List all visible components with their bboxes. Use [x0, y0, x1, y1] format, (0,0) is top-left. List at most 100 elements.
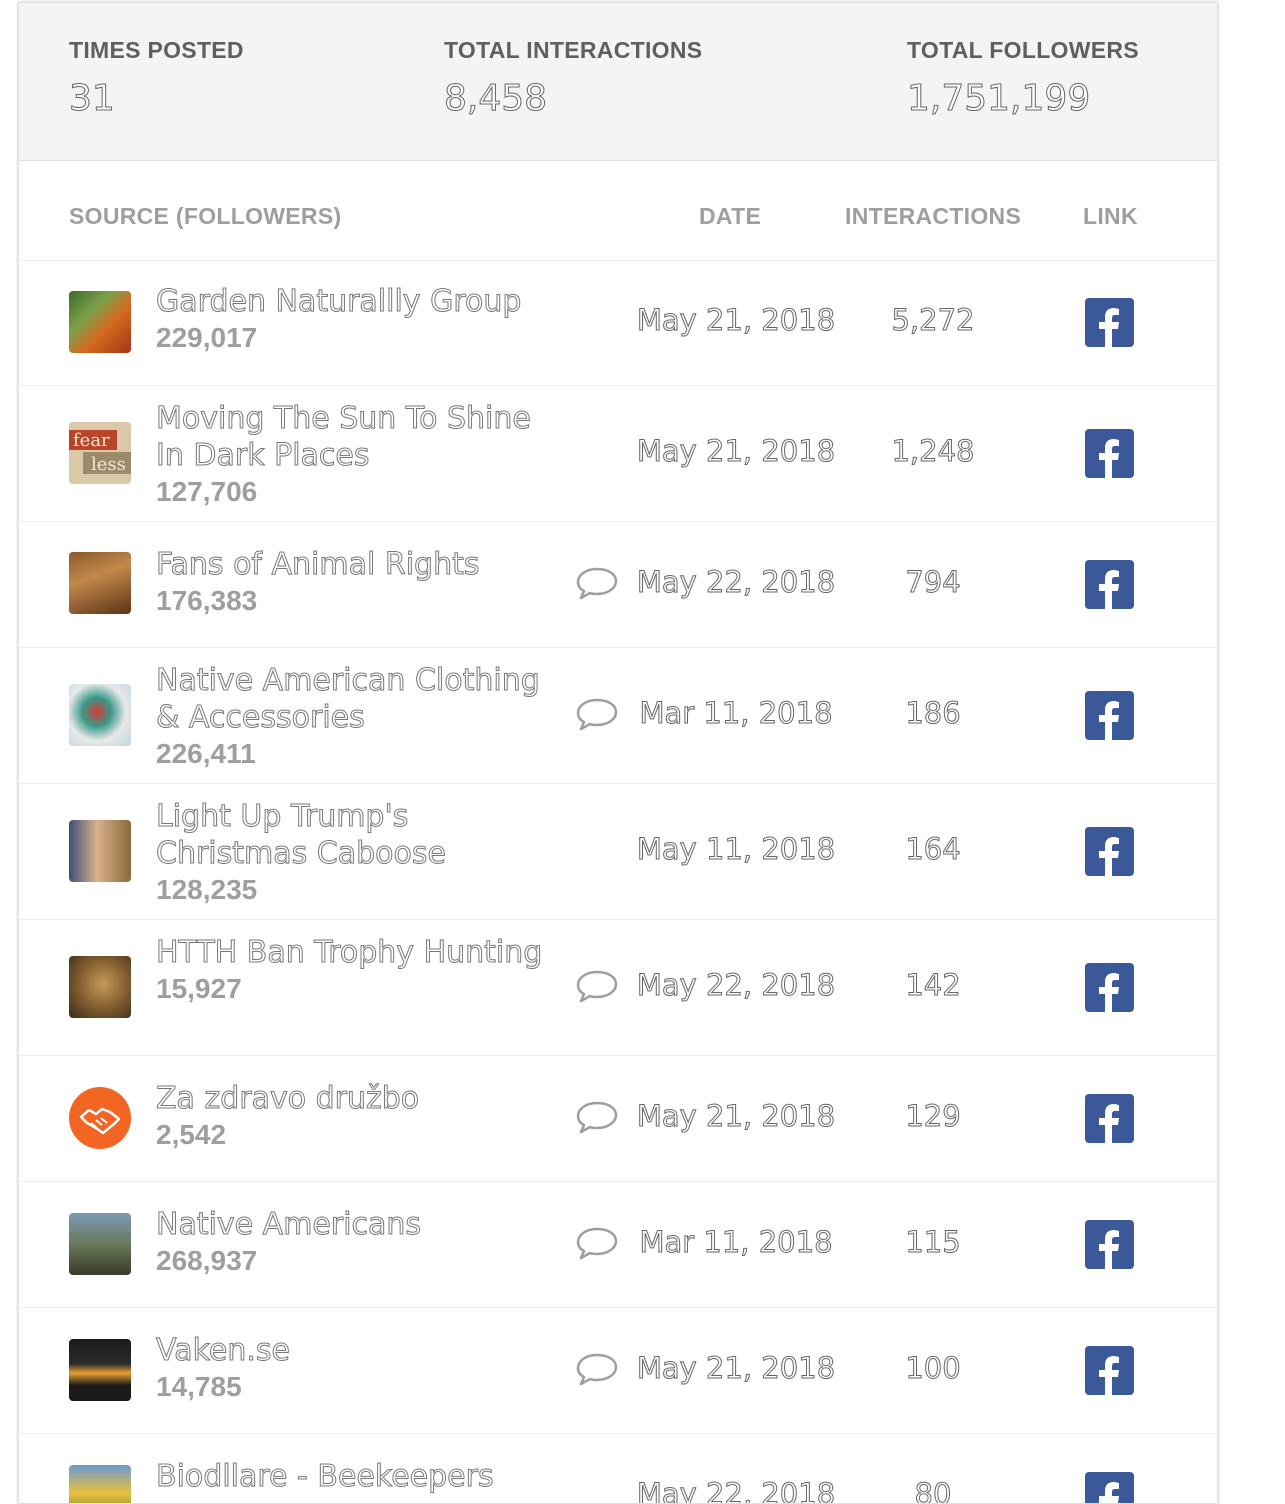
source-cell[interactable]: Za zdravo družbo 2,542: [156, 1080, 566, 1153]
facebook-link-button[interactable]: [1085, 963, 1134, 1012]
post-date: May 22, 2018: [636, 1477, 836, 1504]
column-header-interactions[interactable]: INTERACTIONS: [845, 203, 1021, 230]
facebook-link-button[interactable]: [1085, 560, 1134, 609]
avatar: [69, 956, 131, 1018]
source-followers: 176,383: [156, 585, 258, 616]
source-cell[interactable]: Fans of Animal Rights 176,383: [156, 546, 566, 619]
post-date: Mar 11, 2018: [639, 696, 833, 731]
avatar: [69, 1465, 131, 1503]
facebook-icon: [1099, 1482, 1119, 1503]
source-cell[interactable]: Light Up Trump's Christmas Caboose 128,2…: [156, 798, 566, 908]
table-header: SOURCE (FOLLOWERS) DATE INTERACTIONS LIN…: [19, 161, 1217, 261]
table-row: Garden Naturallly Group 229,017 May 21, …: [19, 261, 1217, 386]
stat-label: TOTAL FOLLOWERS: [907, 37, 1139, 63]
facebook-icon: [1099, 1104, 1119, 1143]
facebook-link-button[interactable]: [1085, 1346, 1134, 1395]
source-name[interactable]: Light Up Trump's Christmas Caboose: [156, 798, 566, 872]
avatar: [69, 684, 131, 746]
interaction-count: 186: [905, 696, 961, 731]
avatar: [69, 1339, 131, 1401]
source-cell[interactable]: Vaken.se 14,785: [156, 1332, 566, 1405]
facebook-icon: [1099, 570, 1119, 609]
stat-value: 8,458: [443, 78, 548, 120]
interaction-count: 794: [905, 565, 961, 600]
table-row: Fans of Animal Rights 176,383 May 22, 20…: [19, 522, 1217, 648]
source-cell[interactable]: Native American Clothing & Accessories 2…: [156, 662, 566, 772]
facebook-icon: [1099, 701, 1119, 740]
post-date: May 21, 2018: [636, 303, 836, 338]
facebook-link-button[interactable]: [1085, 1472, 1134, 1503]
source-name[interactable]: Native Americans: [156, 1206, 566, 1243]
comment-icon[interactable]: [575, 1100, 619, 1134]
source-followers: 226,411: [156, 738, 256, 769]
handshake-icon: [79, 1107, 121, 1135]
avatar: fear less: [69, 422, 131, 484]
source-followers: 14,785: [156, 1371, 242, 1402]
interaction-count: 115: [905, 1225, 961, 1260]
interaction-count: 142: [905, 968, 961, 1003]
post-date: May 21, 2018: [636, 1099, 836, 1134]
source-cell[interactable]: HTTH Ban Trophy Hunting 15,927: [156, 934, 566, 1007]
source-name[interactable]: Vaken.se: [156, 1332, 566, 1369]
comment-icon[interactable]: [575, 1352, 619, 1386]
source-name[interactable]: Moving The Sun To Shine In Dark Places: [156, 400, 566, 474]
comment-icon[interactable]: [575, 566, 619, 600]
avatar: [69, 291, 131, 353]
interaction-count: 5,272: [891, 303, 975, 338]
avatar: [69, 1087, 131, 1149]
source-cell[interactable]: Native Americans 268,937: [156, 1206, 566, 1279]
comment-icon[interactable]: [575, 697, 619, 731]
stat-times-posted: TIMES POSTED 31: [69, 37, 244, 120]
facebook-link-button[interactable]: [1085, 691, 1134, 740]
source-name[interactable]: Garden Naturallly Group: [156, 283, 566, 320]
source-name[interactable]: HTTH Ban Trophy Hunting: [156, 934, 566, 971]
shares-card: TIMES POSTED 31 TOTAL INTERACTIONS 8,458…: [18, 2, 1218, 1504]
column-header-link: LINK: [1083, 203, 1138, 229]
facebook-icon: [1099, 439, 1119, 478]
column-header-source[interactable]: SOURCE (FOLLOWERS): [69, 203, 341, 230]
table-row: Vaken.se 14,785 May 21, 2018 100: [19, 1308, 1217, 1434]
facebook-link-button[interactable]: [1085, 1220, 1134, 1269]
facebook-icon: [1099, 308, 1119, 347]
source-followers: 2,542: [156, 1119, 227, 1150]
interaction-count: 100: [905, 1351, 961, 1386]
source-followers: 128,235: [156, 874, 258, 905]
stat-value: 31: [69, 78, 116, 120]
summary-panel: TIMES POSTED 31 TOTAL INTERACTIONS 8,458…: [19, 3, 1217, 161]
facebook-icon: [1099, 973, 1119, 1012]
interaction-count: 1,248: [891, 434, 975, 469]
avatar: [69, 820, 131, 882]
source-name[interactable]: Biodllare - Beekeepers: [156, 1458, 566, 1495]
source-cell[interactable]: Moving The Sun To Shine In Dark Places 1…: [156, 400, 566, 510]
stat-total-followers: TOTAL FOLLOWERS 1,751,199: [907, 37, 1139, 120]
post-date: May 21, 2018: [636, 434, 836, 469]
post-date: May 21, 2018: [636, 1351, 836, 1386]
table-row: Native Americans 268,937 Mar 11, 2018 11…: [19, 1182, 1217, 1308]
table-row: HTTH Ban Trophy Hunting 15,927 May 22, 2…: [19, 920, 1217, 1056]
facebook-link-button[interactable]: [1085, 298, 1134, 347]
stat-label: TOTAL INTERACTIONS: [444, 37, 703, 63]
table-row: fear less Moving The Sun To Shine In Dar…: [19, 386, 1217, 522]
comment-icon[interactable]: [575, 1226, 619, 1260]
source-name[interactable]: Native American Clothing & Accessories: [156, 662, 566, 736]
facebook-link-button[interactable]: [1085, 429, 1134, 478]
source-followers: 15,927: [156, 973, 242, 1004]
facebook-icon: [1099, 837, 1119, 876]
avatar-image: fear less: [69, 422, 131, 484]
post-date: Mar 11, 2018: [639, 1225, 833, 1260]
facebook-link-button[interactable]: [1085, 1094, 1134, 1143]
column-header-date[interactable]: DATE: [699, 203, 761, 230]
source-name[interactable]: Za zdravo družbo: [156, 1080, 566, 1117]
stat-total-interactions: TOTAL INTERACTIONS 8,458: [443, 37, 703, 120]
source-cell[interactable]: Garden Naturallly Group 229,017: [156, 283, 566, 356]
interaction-count: 129: [905, 1099, 961, 1134]
facebook-link-button[interactable]: [1085, 827, 1134, 876]
comment-icon[interactable]: [575, 969, 619, 1003]
source-name[interactable]: Fans of Animal Rights: [156, 546, 566, 583]
stat-value: 1,751,199: [907, 78, 1091, 120]
facebook-icon: [1099, 1356, 1119, 1395]
avatar: [69, 552, 131, 614]
stat-label: TIMES POSTED: [69, 37, 244, 63]
source-cell[interactable]: Biodllare - Beekeepers: [156, 1458, 566, 1495]
interaction-count: 80: [914, 1477, 952, 1504]
